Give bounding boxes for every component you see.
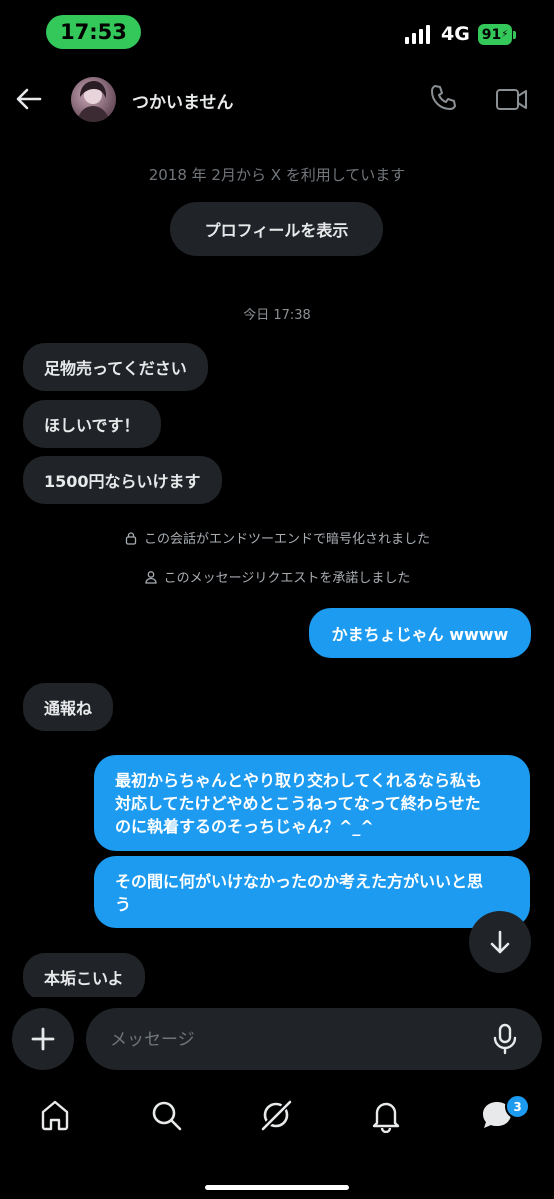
network-type: 4G bbox=[441, 23, 470, 45]
message-incoming[interactable]: 通報ね bbox=[23, 683, 114, 731]
avatar[interactable] bbox=[71, 77, 116, 122]
account-since-text: 2018 年 2月から X を利用しています bbox=[148, 166, 406, 184]
conversation-name[interactable]: つかいません bbox=[132, 88, 234, 113]
person-icon bbox=[144, 570, 157, 584]
message-incoming[interactable]: 本垢こいよ bbox=[23, 953, 145, 997]
message-incoming[interactable]: 足物売ってください bbox=[23, 343, 208, 391]
message-line: のに執着するのそっちじゃん？^_^ bbox=[115, 817, 374, 836]
message-incoming[interactable]: 1500円ならいけます bbox=[23, 456, 222, 504]
battery-level: 91 bbox=[481, 26, 502, 43]
battery-icon: 91 ⚡ bbox=[478, 24, 512, 45]
encryption-notice-text: この会話がエンドツーエンドで暗号化されました bbox=[143, 532, 430, 547]
message-outgoing[interactable]: その間に何がいけなかったのか考えた方がいいと思 う bbox=[94, 856, 530, 928]
status-time: 17:53 bbox=[46, 15, 141, 49]
plus-icon bbox=[31, 1027, 55, 1051]
phone-icon[interactable] bbox=[428, 83, 458, 113]
home-indicator bbox=[205, 1185, 349, 1190]
back-arrow-icon[interactable] bbox=[14, 84, 44, 114]
battery-tip bbox=[513, 31, 516, 39]
message-incoming-clip: 本垢こいよ bbox=[23, 953, 145, 997]
messages-badge: 3 bbox=[505, 1094, 530, 1119]
signal-icon bbox=[405, 24, 430, 44]
message-incoming[interactable]: ほしいです！ bbox=[23, 400, 161, 448]
message-line: その間に何がいけなかったのか考えた方がいいと思 bbox=[115, 872, 484, 891]
view-profile-button[interactable]: プロフィールを表示 bbox=[170, 202, 383, 256]
arrow-down-icon bbox=[490, 930, 510, 954]
grok-icon[interactable] bbox=[258, 1097, 294, 1133]
scroll-to-bottom-button[interactable] bbox=[469, 911, 531, 973]
message-outgoing[interactable]: 最初からちゃんとやり取り交わしてくれるなら私も 対応してたけどやめとこうねってな… bbox=[94, 755, 530, 851]
notifications-bell-icon[interactable] bbox=[368, 1097, 404, 1134]
message-outgoing[interactable]: かまちょじゃん wwww bbox=[309, 608, 531, 658]
message-line: 最初からちゃんとやり取り交わしてくれるなら私も bbox=[115, 771, 483, 790]
request-accepted-notice: このメッセージリクエストを承諾しました bbox=[0, 567, 554, 586]
search-icon[interactable] bbox=[148, 1097, 184, 1133]
lock-icon bbox=[125, 531, 137, 545]
date-divider: 今日 17:38 bbox=[243, 308, 311, 323]
microphone-icon[interactable] bbox=[490, 1023, 520, 1055]
message-line: 対応してたけどやめとこうねってなって終わらせた bbox=[115, 794, 481, 813]
home-icon[interactable] bbox=[37, 1097, 73, 1133]
message-line: う bbox=[115, 895, 132, 914]
video-call-icon[interactable] bbox=[495, 84, 529, 114]
message-input[interactable] bbox=[108, 1008, 482, 1072]
encryption-notice: この会話がエンドツーエンドで暗号化されました bbox=[0, 528, 554, 547]
request-accepted-text: このメッセージリクエストを承諾しました bbox=[163, 571, 411, 586]
add-media-button[interactable] bbox=[12, 1008, 74, 1070]
message-compose bbox=[86, 1008, 542, 1072]
